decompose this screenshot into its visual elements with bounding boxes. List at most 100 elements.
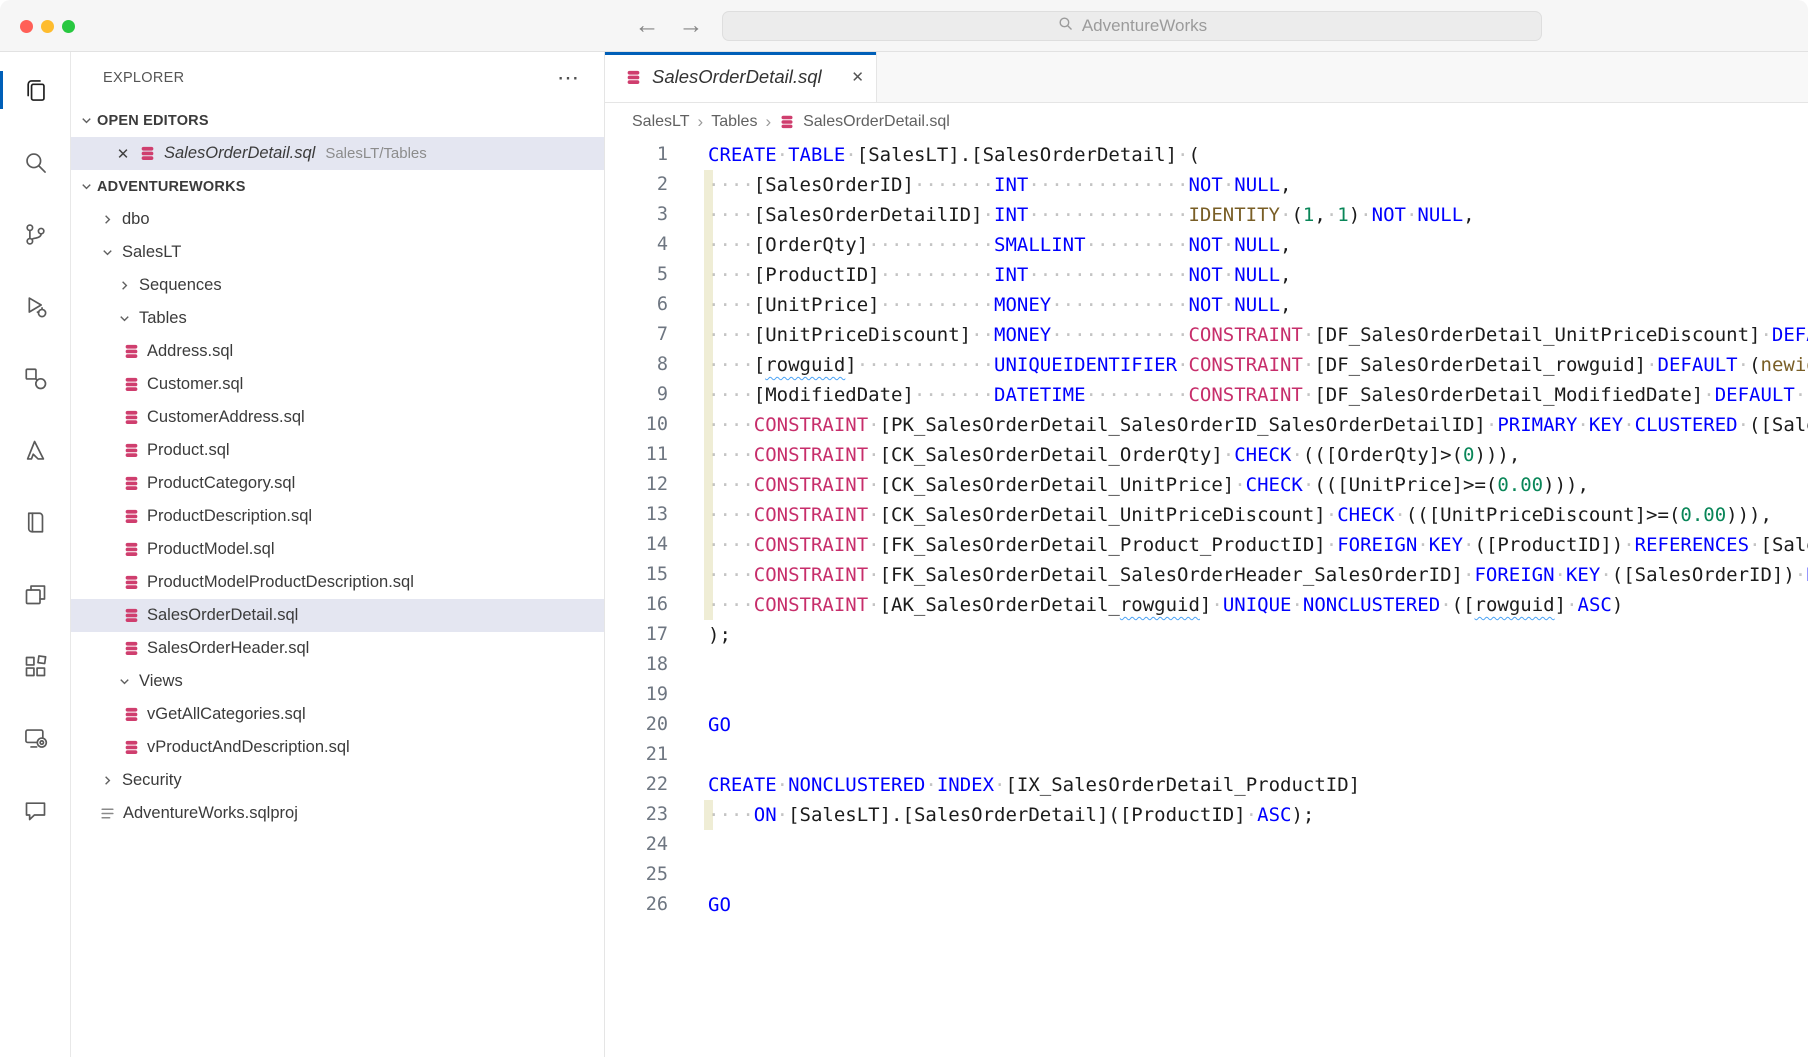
activity-item-azure[interactable]	[0, 414, 70, 486]
tree-item-product-sql[interactable]: Product.sql	[71, 434, 604, 467]
activity-item-source-control[interactable]	[0, 198, 70, 270]
tree-item-productmodel-sql[interactable]: ProductModel.sql	[71, 533, 604, 566]
breadcrumb-item-file[interactable]: SalesOrderDetail.sql	[803, 113, 950, 131]
code-line[interactable]: 12····CONSTRAINT·[CK_SalesOrderDetail_Un…	[605, 470, 1808, 500]
tree-item-label: Tables	[139, 309, 187, 328]
connections-icon	[22, 365, 49, 392]
code-line[interactable]: 10····CONSTRAINT·[PK_SalesOrderDetail_Sa…	[605, 410, 1808, 440]
tree-item-vgetallcategories-sql[interactable]: vGetAllCategories.sql	[71, 698, 604, 731]
code-line[interactable]: 18	[605, 650, 1808, 680]
open-editor-description: SalesLT/Tables	[325, 145, 426, 162]
tree-item-sequences[interactable]: Sequences	[71, 269, 604, 302]
chevron-down-icon	[78, 179, 94, 195]
tree-item-label: ProductModel.sql	[147, 540, 274, 559]
sql-database-icon	[123, 706, 140, 723]
project-section-header[interactable]: ADVENTUREWORKS	[71, 170, 604, 203]
breadcrumb-item-folder[interactable]: Tables	[711, 113, 757, 131]
line-number: 14	[605, 530, 668, 560]
activity-item-comments[interactable]	[0, 774, 70, 846]
tree-item-tables[interactable]: Tables	[71, 302, 604, 335]
tab-bar: SalesOrderDetail.sql ✕	[605, 52, 1808, 103]
tree-item-saleslt[interactable]: SalesLT	[71, 236, 604, 269]
forward-button[interactable]: →	[676, 8, 706, 42]
tree-item-label: Sequences	[139, 276, 222, 295]
tree-item-salesorderdetail-sql[interactable]: SalesOrderDetail.sql	[71, 599, 604, 632]
more-actions-icon[interactable]: ⋯	[557, 73, 580, 83]
tree-item-customer-sql[interactable]: Customer.sql	[71, 368, 604, 401]
close-window-button[interactable]	[20, 20, 33, 33]
line-number: 19	[605, 680, 668, 710]
code-line[interactable]: 3····[SalesOrderDetailID]·INT···········…	[605, 200, 1808, 230]
code-line[interactable]: 22CREATE·NONCLUSTERED·INDEX·[IX_SalesOrd…	[605, 770, 1808, 800]
code-line[interactable]: 23····ON·[SalesLT].[SalesOrderDetail]([P…	[605, 800, 1808, 830]
zoom-window-button[interactable]	[62, 20, 75, 33]
code-line[interactable]: 21	[605, 740, 1808, 770]
code-line[interactable]: 17);	[605, 620, 1808, 650]
code-line[interactable]: 26GO	[605, 890, 1808, 920]
code-line[interactable]: 9····[ModifiedDate]·······DATETIME······…	[605, 380, 1808, 410]
open-editors-header[interactable]: OPEN EDITORS	[71, 104, 604, 137]
line-number: 10	[605, 410, 668, 440]
activity-item-database-projects[interactable]	[0, 558, 70, 630]
database-projects-icon	[22, 581, 49, 608]
line-number: 8	[605, 350, 668, 380]
code-line[interactable]: 24	[605, 830, 1808, 860]
code-line[interactable]: 13····CONSTRAINT·[CK_SalesOrderDetail_Un…	[605, 500, 1808, 530]
code-line[interactable]: 7····[UnitPriceDiscount]··MONEY·········…	[605, 320, 1808, 350]
activity-item-connections[interactable]	[0, 342, 70, 414]
activity-item-notebooks[interactable]	[0, 486, 70, 558]
code-line[interactable]: 20GO	[605, 710, 1808, 740]
tree-item-productmodelproductdescription-sql[interactable]: ProductModelProductDescription.sql	[71, 566, 604, 599]
search-icon	[22, 149, 49, 176]
tab-salesorderdetail[interactable]: SalesOrderDetail.sql ✕	[605, 52, 877, 102]
tree-item-security[interactable]: Security	[71, 764, 604, 797]
close-editor-icon[interactable]: ✕	[115, 145, 131, 163]
tree-item-vproductanddescription-sql[interactable]: vProductAndDescription.sql	[71, 731, 604, 764]
chevron-down-icon	[116, 311, 132, 327]
tree-item-views[interactable]: Views	[71, 665, 604, 698]
sql-database-icon	[123, 574, 140, 591]
code-line[interactable]: 4····[OrderQty]···········SMALLINT······…	[605, 230, 1808, 260]
breadcrumb-separator: ›	[765, 112, 771, 132]
code-line[interactable]: 15····CONSTRAINT·[FK_SalesOrderDetail_Sa…	[605, 560, 1808, 590]
sql-database-icon	[123, 409, 140, 426]
code-line[interactable]: 6····[UnitPrice]··········MONEY·········…	[605, 290, 1808, 320]
code-line-content: ····[UnitPriceDiscount]··MONEY··········…	[708, 320, 1808, 350]
activity-item-search[interactable]	[0, 126, 70, 198]
back-button[interactable]: ←	[632, 8, 662, 42]
code-line[interactable]: 1CREATE·TABLE·[SalesLT].[SalesOrderDetai…	[605, 140, 1808, 170]
code-line[interactable]: 14····CONSTRAINT·[FK_SalesOrderDetail_Pr…	[605, 530, 1808, 560]
tree-item-salesorderheader-sql[interactable]: SalesOrderHeader.sql	[71, 632, 604, 665]
close-tab-icon[interactable]: ✕	[851, 68, 864, 86]
tree-item-dbo[interactable]: dbo	[71, 203, 604, 236]
open-editor-item[interactable]: ✕ SalesOrderDetail.sql SalesLT/Tables	[71, 137, 604, 170]
code-editor[interactable]: 1CREATE·TABLE·[SalesLT].[SalesOrderDetai…	[605, 140, 1808, 1057]
code-line[interactable]: 19	[605, 680, 1808, 710]
activity-item-run-debug[interactable]	[0, 270, 70, 342]
code-line-content: ····[ProductID]··········INT············…	[708, 260, 1291, 290]
code-line-content: ····CONSTRAINT·[CK_SalesOrderDetail_Unit…	[708, 500, 1772, 530]
code-line[interactable]: 16····CONSTRAINT·[AK_SalesOrderDetail_ro…	[605, 590, 1808, 620]
code-line-content: ····ON·[SalesLT].[SalesOrderDetail]([Pro…	[708, 800, 1314, 830]
tree-item-productdescription-sql[interactable]: ProductDescription.sql	[71, 500, 604, 533]
code-line[interactable]: 11····CONSTRAINT·[CK_SalesOrderDetail_Or…	[605, 440, 1808, 470]
code-line-content: ····CONSTRAINT·[AK_SalesOrderDetail_rowg…	[708, 590, 1623, 620]
activity-item-extensions[interactable]	[0, 630, 70, 702]
tree-item-address-sql[interactable]: Address.sql	[71, 335, 604, 368]
activity-item-explorer[interactable]	[0, 54, 70, 126]
code-line[interactable]: 25	[605, 860, 1808, 890]
comments-icon	[22, 797, 49, 824]
tree-item-customeraddress-sql[interactable]: CustomerAddress.sql	[71, 401, 604, 434]
tree-item-adventureworks-sqlproj[interactable]: AdventureWorks.sqlproj	[71, 797, 604, 830]
minimize-window-button[interactable]	[41, 20, 54, 33]
code-line[interactable]: 8····[rowguid]············UNIQUEIDENTIFI…	[605, 350, 1808, 380]
breadcrumb-item-schema[interactable]: SalesLT	[632, 113, 690, 131]
tree-item-productcategory-sql[interactable]: ProductCategory.sql	[71, 467, 604, 500]
chevron-down-icon	[116, 674, 132, 690]
code-line[interactable]: 5····[ProductID]··········INT···········…	[605, 260, 1808, 290]
activity-item-remote-target[interactable]	[0, 702, 70, 774]
code-line[interactable]: 2····[SalesOrderID]·······INT···········…	[605, 170, 1808, 200]
sql-database-icon	[123, 607, 140, 624]
command-center-search[interactable]: AdventureWorks	[722, 11, 1542, 41]
sql-database-icon	[123, 640, 140, 657]
